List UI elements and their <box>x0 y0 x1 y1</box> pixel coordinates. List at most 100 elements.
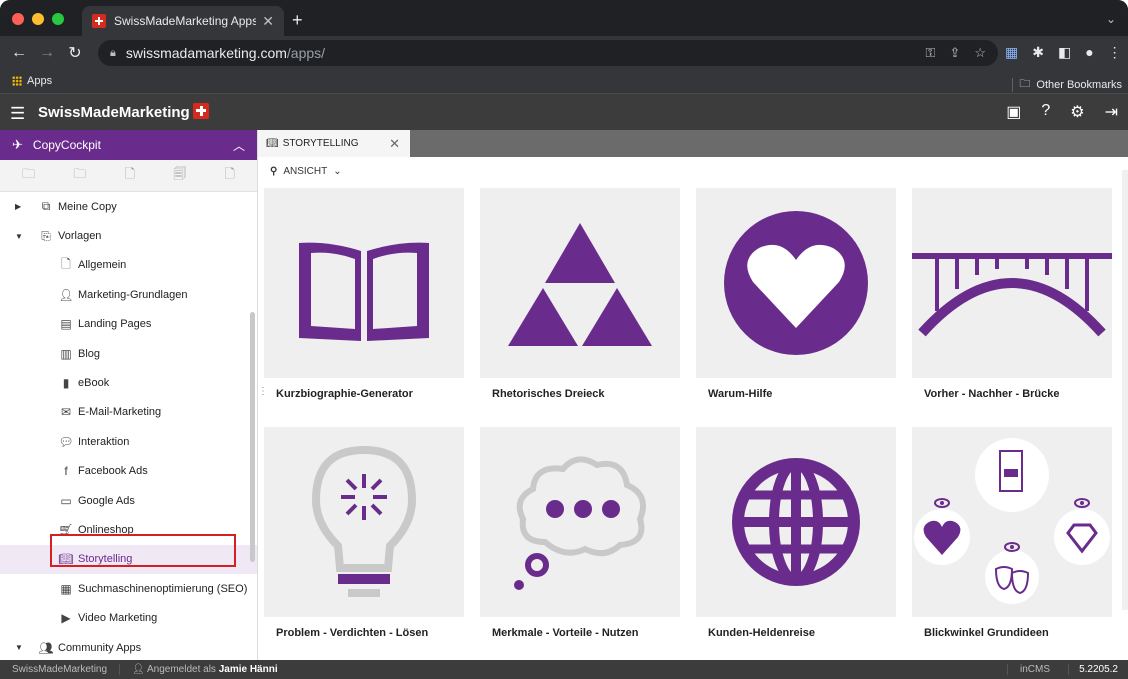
tree-item-community-apps[interactable]: ▼ 👥︎ Community Apps <box>0 633 257 660</box>
card-title: Kurzbiographie-Generator <box>276 388 413 400</box>
tab-storytelling[interactable]: 📖︎ STORYTELLING ✕ <box>258 130 410 157</box>
tree-item-blog[interactable]: ▥ Blog <box>0 339 257 368</box>
star-icon[interactable]: ☆ <box>974 45 986 61</box>
browser-toolbar: ← → ↻ 🔒︎ swissmadamarketing.com/apps/ ⚿ … <box>0 36 1128 70</box>
card-title: Blickwinkel Grundideen <box>924 627 1049 639</box>
status-brand: SwissMadeMarketing <box>0 664 121 675</box>
tree-item-seo[interactable]: ▦ Suchmaschinenoptimierung (SEO) <box>0 574 257 603</box>
copy-document-icon[interactable]: 🗐 <box>173 165 186 187</box>
tree-item-onlineshop[interactable]: 🛒︎ Onlineshop <box>0 515 257 544</box>
user-icon: 👤︎ <box>132 664 145 675</box>
logout-icon[interactable]: ⇥ <box>1105 102 1118 122</box>
gear-icon[interactable]: ⚙ <box>1070 102 1084 122</box>
seo-icon: ▦ <box>60 581 72 596</box>
add-document-icon[interactable]: 🗋 <box>125 165 135 187</box>
card-kunden-heldenreise[interactable]: Kunden-Heldenreise <box>696 427 896 639</box>
ebook-icon: ▮ <box>62 376 70 391</box>
chevron-up-icon[interactable]: ︿ <box>233 137 245 154</box>
view-dropdown[interactable]: ⚲ ANSICHT ⌄ <box>270 166 342 177</box>
swiss-flag-icon <box>92 14 106 28</box>
bookmark-apps[interactable]: Apps <box>12 75 52 87</box>
tree-item-interaktion[interactable]: 💬︎ Interaktion <box>0 427 257 456</box>
hamburger-menu-icon[interactable]: ☰ <box>10 104 25 124</box>
card-kurzbiographie[interactable]: Kurzbiographie-Generator <box>264 188 464 400</box>
sidebar-header[interactable]: ✈ CopyCockpit ︿ <box>0 130 257 160</box>
tab-strip: SwissMadeMarketing Apps — ✕ + ⌄ <box>0 0 1128 36</box>
card-problem-verdichten-loesen[interactable]: Problem - Verdichten - Lösen <box>264 427 464 639</box>
new-folder-icon[interactable]: 🗀 <box>22 165 35 187</box>
card-image <box>912 188 1112 378</box>
drag-handle-icon[interactable]: ⋮ <box>258 386 268 397</box>
swiss-cross-icon <box>192 103 209 119</box>
heart-icon <box>724 211 868 355</box>
feedback-icon[interactable]: ▣ <box>1006 102 1021 122</box>
maximize-window-button[interactable] <box>52 13 64 25</box>
caret-right-icon[interactable]: ▶ <box>15 202 21 211</box>
copy-icon: ⧉ <box>41 199 51 214</box>
card-image <box>696 188 896 378</box>
folder-settings-icon[interactable]: 🗀 <box>73 165 86 187</box>
tree-item-meine-copy[interactable]: ▶ ⧉ Meine Copy <box>0 192 257 221</box>
open-book-icon: 📖︎ <box>266 138 279 149</box>
status-logged-label: Angemeldet als <box>146 664 216 675</box>
close-icon[interactable]: ✕ <box>389 136 400 152</box>
kebab-menu-icon[interactable]: ⋮ <box>1108 44 1122 61</box>
people-icon: 👥︎ <box>38 640 54 655</box>
address-bar[interactable]: 🔒︎ swissmadamarketing.com/apps/ ⚿ ⇪ ☆ <box>98 40 998 66</box>
chevron-down-icon[interactable]: ⌄ <box>1106 12 1116 26</box>
tree-item-label: Video Marketing <box>78 612 158 625</box>
bookmark-other-label: Other Bookmarks <box>1036 78 1122 91</box>
document-icon[interactable]: 🗋 <box>225 165 235 187</box>
sidepanel-icon[interactable]: ◧ <box>1058 44 1071 61</box>
card-rhetorisches-dreieck[interactable]: Rhetorisches Dreieck <box>480 188 680 400</box>
status-bar: SwissMadeMarketing 👤︎ Angemeldet als Jam… <box>0 660 1128 679</box>
tab-label: STORYTELLING <box>282 138 359 149</box>
status-user: 👤︎ Angemeldet als Jamie Hänni <box>120 664 290 675</box>
key-icon[interactable]: ⚿ <box>926 45 936 61</box>
tree-item-ebook[interactable]: ▮ eBook <box>0 368 257 397</box>
brand-name: SwissMadeMarketing <box>38 104 190 121</box>
puzzle-icon[interactable]: ✱ <box>1032 44 1044 61</box>
help-icon[interactable]: ? <box>1041 102 1050 122</box>
ad-banner-icon: ▭ <box>60 493 72 508</box>
reload-icon[interactable]: ↻ <box>66 43 84 63</box>
share-icon[interactable]: ⇪ <box>949 45 960 61</box>
bookmark-other[interactable]: 🗀 Other Bookmarks <box>1012 75 1122 94</box>
card-vorher-nachher-bruecke[interactable]: Vorher - Nachher - Brücke <box>912 188 1112 400</box>
folder-icon: 🗀 <box>1019 78 1031 90</box>
card-warum-hilfe[interactable]: Warum-Hilfe <box>696 188 896 400</box>
caret-down-icon[interactable]: ▼ <box>15 643 23 652</box>
tree-item-landing-pages[interactable]: ▤ Landing Pages <box>0 310 257 339</box>
new-tab-icon[interactable]: + <box>292 10 303 31</box>
close-tab-icon[interactable]: ✕ <box>262 13 274 30</box>
tree-item-marketing-grundlagen[interactable]: 👤︎ Marketing-Grundlagen <box>0 280 257 309</box>
open-book-icon <box>299 242 429 341</box>
extension-icon[interactable]: ▦ <box>1005 44 1018 61</box>
tree-item-allgemein[interactable]: 🗋 Allgemein <box>0 251 257 280</box>
tree-item-storytelling[interactable]: 📖︎ Storytelling <box>0 544 257 575</box>
back-icon[interactable]: ← <box>10 44 28 62</box>
card-blickwinkel-grundideen[interactable]: Blickwinkel Grundideen <box>912 427 1112 639</box>
triforce-icon <box>508 223 652 346</box>
close-window-button[interactable] <box>12 13 24 25</box>
avatar[interactable]: ● <box>1085 44 1093 61</box>
window-controls <box>12 13 64 25</box>
minimize-window-button[interactable] <box>32 13 44 25</box>
lightbulb-icon <box>311 445 417 597</box>
tree-item-google-ads[interactable]: ▭ Google Ads <box>0 486 257 515</box>
tree-item-facebook-ads[interactable]: f Facebook Ads <box>0 457 257 486</box>
main-scrollbar[interactable] <box>1122 170 1128 610</box>
caret-down-icon[interactable]: ▼ <box>15 232 23 241</box>
browser-tab[interactable]: SwissMadeMarketing Apps — ✕ <box>82 6 284 36</box>
tree-item-email-marketing[interactable]: ✉ E-Mail-Marketing <box>0 398 257 427</box>
card-title: Vorher - Nachher - Brücke <box>924 388 1060 400</box>
lock-icon: 🔒︎ <box>110 46 116 59</box>
tree-item-video-marketing[interactable]: ▶ Video Marketing <box>0 603 257 632</box>
forward-icon[interactable]: → <box>38 44 56 62</box>
tree-item-vorlagen[interactable]: ▼ ⎘ Vorlagen <box>0 221 257 250</box>
card-merkmale-vorteile-nutzen[interactable]: Merkmale - Vorteile - Nutzen <box>480 427 680 639</box>
sidebar-scrollbar[interactable] <box>250 312 255 562</box>
brand-logo[interactable]: SwissMadeMarketing <box>38 103 209 121</box>
app-header: ☰ SwissMadeMarketing ▣ ? ⚙ ⇥ <box>0 94 1128 130</box>
tree-item-label: eBook <box>78 377 110 390</box>
